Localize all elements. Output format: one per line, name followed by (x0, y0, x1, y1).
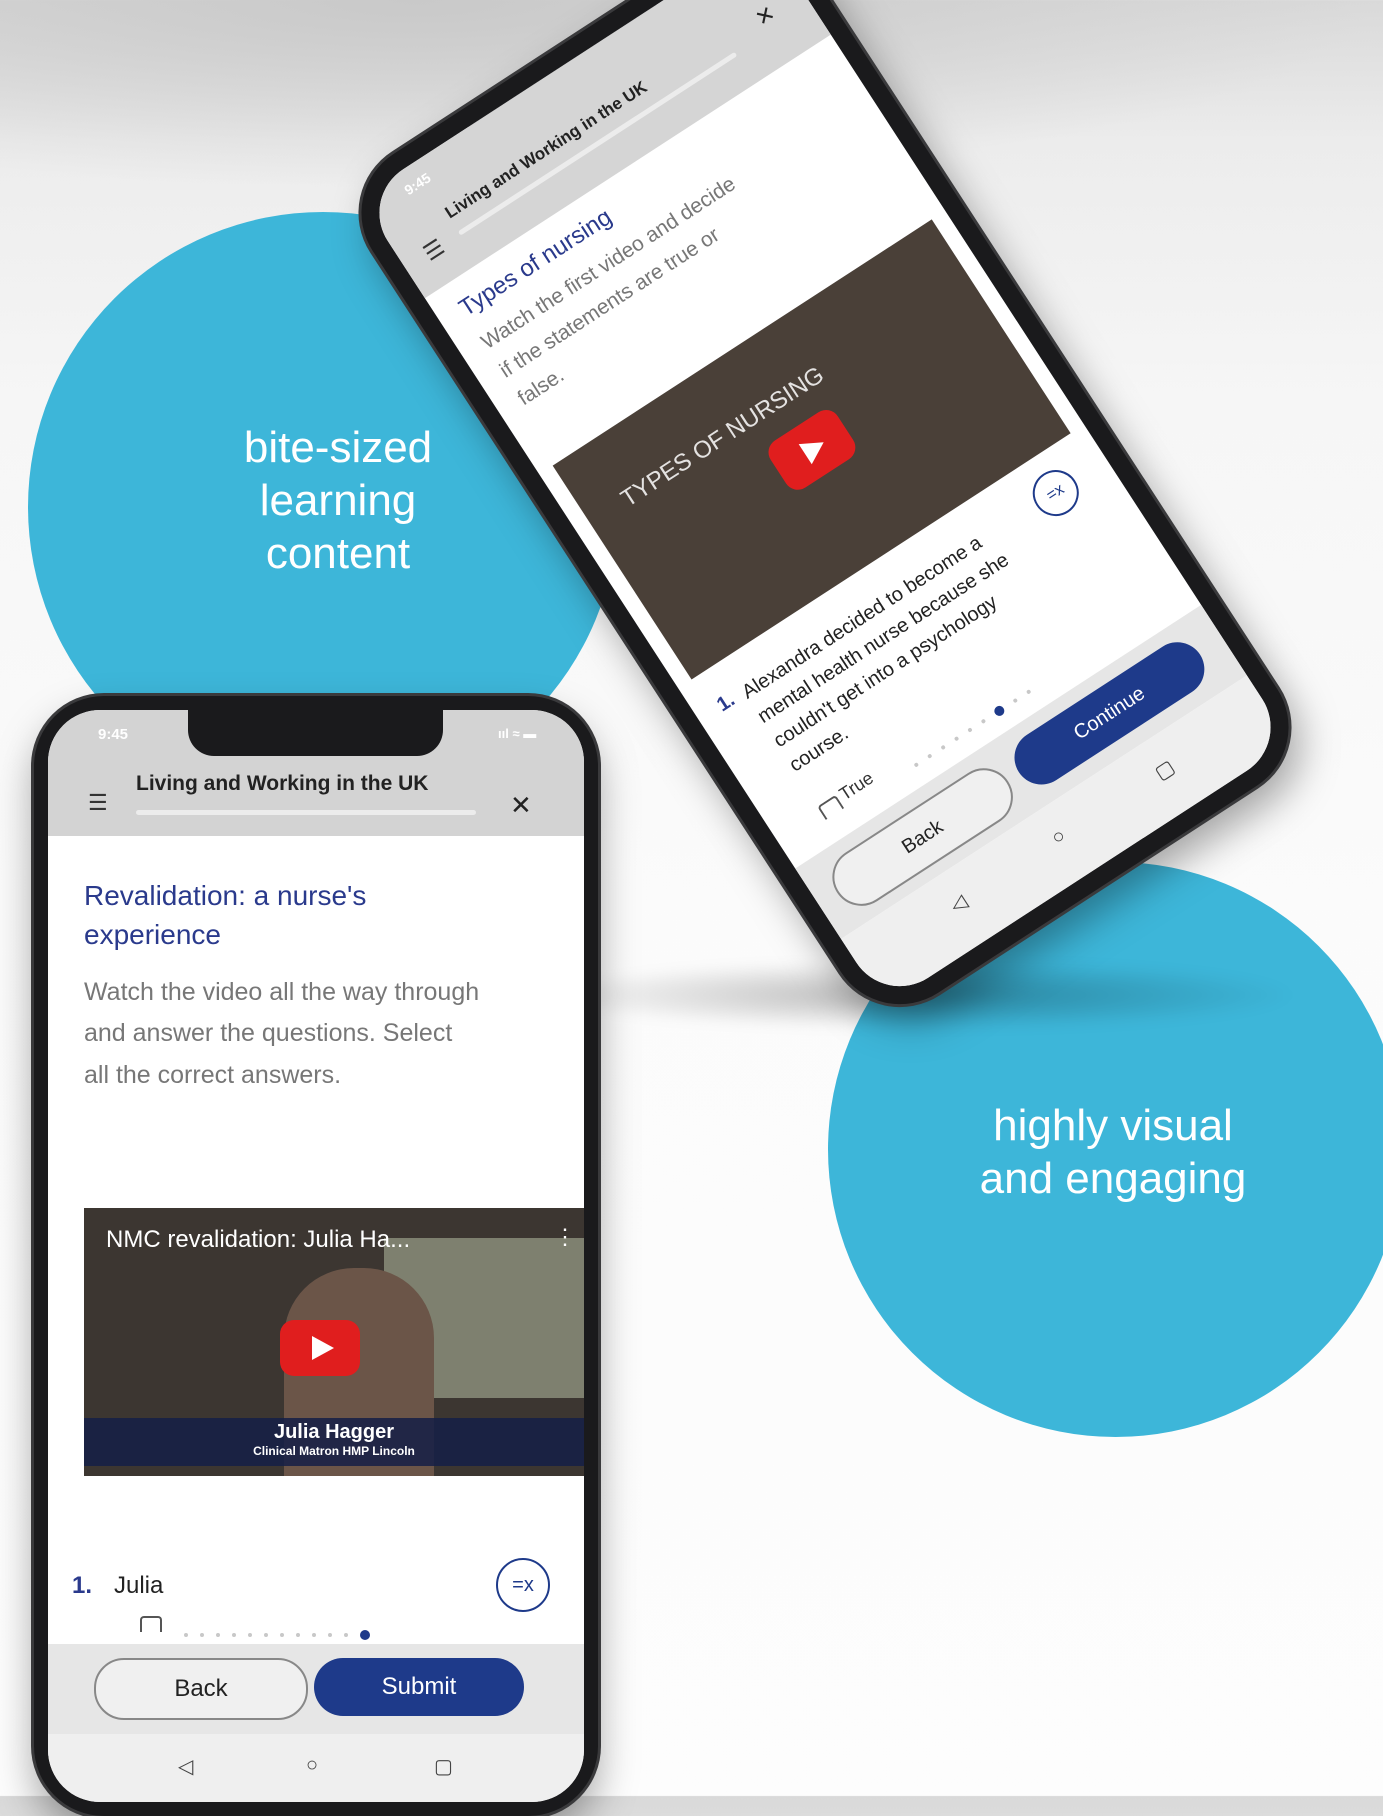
menu-icon[interactable]: ☰ (88, 790, 108, 816)
android-nav-bar: ◁ ○ ▢ (48, 1734, 584, 1802)
footer-bar: Back Submit (48, 1644, 584, 1734)
page-dot (216, 1632, 220, 1637)
page-dot (913, 761, 919, 768)
question-number: 1. (712, 688, 739, 717)
page-dot (184, 1632, 188, 1637)
callout-highly-visual-text: highly visual and engaging (938, 1100, 1288, 1206)
page-dot (248, 1632, 252, 1637)
nav-recent-icon[interactable]: ▢ (434, 1754, 453, 1779)
lesson-description: Watch the video all the way through and … (84, 978, 480, 1089)
page-dot (344, 1632, 348, 1637)
nav-home-icon[interactable]: ○ (1048, 824, 1071, 850)
page-dot (1012, 697, 1018, 704)
caption-name: Julia Hagger (273, 1421, 395, 1443)
page-dot-active (360, 1629, 370, 1640)
option-true-label: True (835, 767, 877, 805)
page-dot (296, 1632, 300, 1637)
lesson-title: Revalidation: a nurse's experience (84, 880, 367, 951)
status-icons: ııl ≈ ▬ (498, 726, 537, 741)
answer-checkbox[interactable] (140, 1616, 162, 1632)
play-icon[interactable] (280, 1320, 360, 1376)
app-header: 9:45 ııl ≈ ▬ ☰ Living and Working in the… (48, 710, 584, 836)
page-dot (926, 753, 933, 759)
question-text: Julia (114, 1572, 164, 1599)
app-title: Living and Working in the UK (136, 772, 429, 795)
question-number: 1. (72, 1572, 93, 1599)
callout-line: and engaging (979, 1153, 1247, 1203)
tools-button[interactable]: =x (496, 1558, 550, 1612)
progress-bar (136, 810, 476, 815)
tools-button[interactable]: =x (1023, 461, 1088, 525)
answer-checkbox[interactable] (817, 794, 845, 821)
page-dot (264, 1632, 268, 1637)
status-time: 9:45 (401, 169, 434, 199)
callout-line: content (265, 528, 411, 578)
nav-back-icon[interactable]: ◁ (178, 1754, 193, 1779)
pagination-dots (178, 1626, 376, 1640)
nav-home-icon[interactable]: ○ (306, 1754, 318, 1777)
callout-line: highly visual (993, 1101, 1233, 1150)
page-dot (232, 1632, 236, 1637)
submit-button[interactable]: Submit (314, 1658, 524, 1716)
video-menu-icon[interactable]: ⋮ (554, 1224, 576, 1250)
page-dot (328, 1632, 332, 1637)
page-dot-active (992, 703, 1007, 718)
page-dot (312, 1632, 316, 1637)
page-dot (967, 727, 973, 733)
nav-back-icon[interactable]: ◁ (945, 889, 972, 918)
close-icon[interactable]: ✕ (510, 790, 532, 821)
phone-front-screen: 9:45 ııl ≈ ▬ ☰ Living and Working in the… (48, 710, 584, 1802)
close-icon[interactable]: ✕ (751, 0, 781, 32)
status-time: 9:45 (98, 726, 129, 743)
page-dot (280, 1632, 284, 1637)
page-dot (1025, 688, 1032, 695)
phone-front: 9:45 ııl ≈ ▬ ☰ Living and Working in the… (34, 696, 598, 1816)
menu-icon[interactable]: ☰ (419, 234, 450, 267)
callout-line: bite-sized (243, 423, 433, 472)
back-button[interactable]: Back (94, 1658, 308, 1720)
page-dot (980, 718, 987, 724)
video-title: NMC revalidation: Julia Ha... (106, 1226, 411, 1253)
notch (188, 710, 443, 756)
page-dot (940, 744, 946, 750)
video-player[interactable]: NMC revalidation: Julia Ha... ⋮ Julia Ha… (84, 1208, 584, 1476)
nav-recent-icon[interactable]: ▢ (1150, 754, 1179, 785)
page-dot (200, 1632, 204, 1637)
page-dot (953, 735, 960, 742)
callout-line: learning (259, 475, 417, 525)
video-caption: Julia Hagger Clinical Matron HMP Lincoln (84, 1418, 584, 1466)
callout-bite-sized-text: bite-sized learning content (238, 422, 438, 580)
caption-role: Clinical Matron HMP Lincoln (253, 1444, 415, 1458)
